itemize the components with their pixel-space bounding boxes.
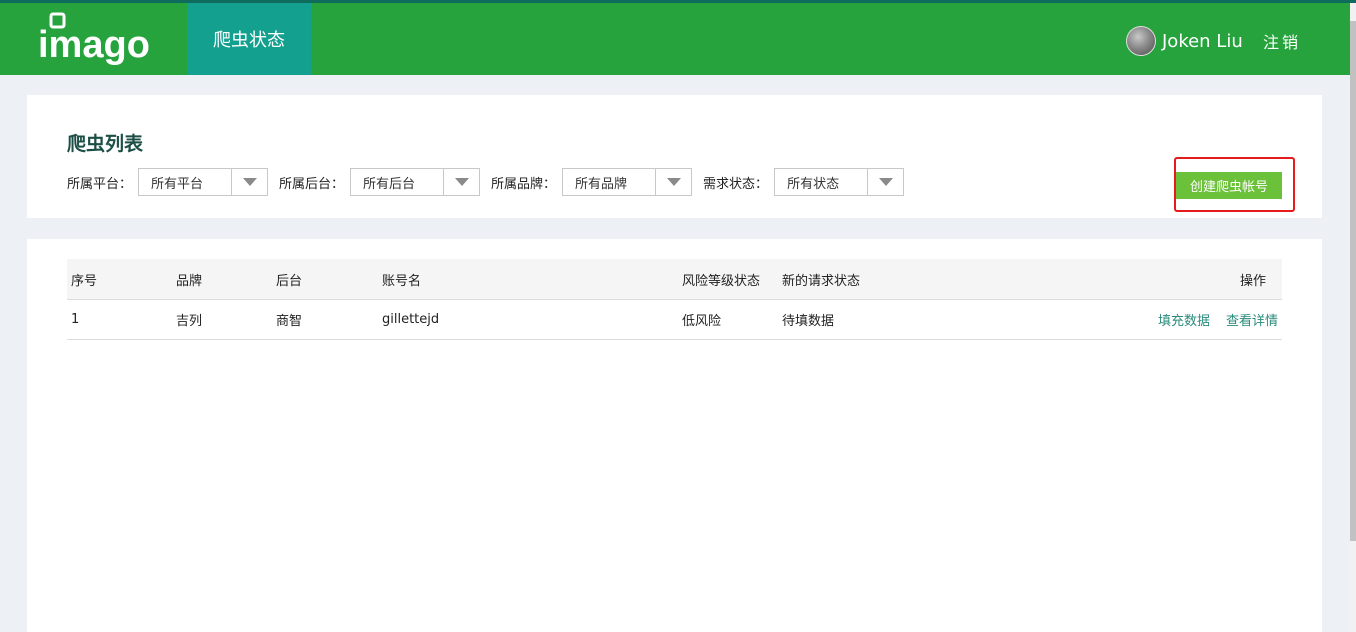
column-header-account: 账号名 — [382, 273, 422, 289]
crawler-table: 序号 品牌 后台 账号名 风险等级状态 新的请求状态 操作 1 吉列 商智 gi… — [67, 259, 1282, 340]
dropdown-arrow-icon — [666, 178, 681, 186]
dropdown-arrow-icon — [242, 178, 257, 186]
imago-logo[interactable]: imago — [38, 11, 168, 69]
cell-request-status: 待填数据 — [782, 314, 835, 329]
brand-select-value: 所有品牌 — [575, 176, 628, 192]
view-details-link[interactable]: 查看详情 — [1226, 310, 1278, 329]
platform-select[interactable]: 所有平台 — [138, 168, 269, 196]
filter-label-status: 需求状态： — [703, 176, 769, 192]
table-panel: 序号 品牌 后台 账号名 风险等级状态 新的请求状态 操作 1 吉列 商智 gi… — [27, 239, 1322, 632]
platform-select-value: 所有平台 — [151, 176, 204, 192]
backend-select[interactable]: 所有后台 — [350, 168, 481, 196]
filter-label-brand: 所属品牌： — [491, 176, 557, 192]
table-row: 1 吉列 商智 gillettejd 低风险 待填数据 填充数据 查看详情 — [67, 300, 1282, 340]
dropdown-toggle[interactable] — [443, 169, 479, 195]
column-header-risk: 风险等级状态 — [682, 273, 761, 289]
column-header-brand: 品牌 — [176, 273, 203, 289]
brand-select[interactable]: 所有品牌 — [562, 168, 693, 196]
column-header-index: 序号 — [71, 273, 98, 289]
filter-label-backend: 所属后台： — [279, 176, 345, 192]
fill-data-link[interactable]: 填充数据 — [1158, 310, 1210, 329]
username: Joken Liu — [1162, 30, 1243, 52]
status-select[interactable]: 所有状态 — [774, 168, 905, 196]
dropdown-toggle[interactable] — [655, 169, 691, 195]
cell-account: gillettejd — [382, 312, 440, 327]
cell-index: 1 — [71, 312, 80, 327]
avatar[interactable] — [1126, 26, 1156, 56]
user-menu[interactable]: Joken Liu — [1126, 26, 1243, 56]
status-select-value: 所有状态 — [787, 176, 840, 192]
dropdown-toggle[interactable] — [231, 169, 267, 195]
cell-brand: 吉列 — [176, 314, 203, 329]
table-header: 序号 品牌 后台 账号名 风险等级状态 新的请求状态 操作 — [67, 259, 1282, 300]
page-title: 爬虫列表 — [67, 133, 144, 155]
dropdown-toggle[interactable] — [867, 169, 903, 195]
column-header-backend: 后台 — [276, 273, 303, 289]
logout-link[interactable]: 注销 — [1263, 29, 1301, 53]
nav-tab-label: 爬虫状态 — [213, 30, 285, 51]
page-scrollbar[interactable] — [1350, 3, 1356, 632]
create-crawler-account-button[interactable]: 创建爬虫帐号 — [1176, 172, 1282, 199]
svg-text:imago: imago — [38, 24, 150, 66]
filter-panel: 爬虫列表 所属平台： 所有平台 所属后台： 所有后台 所属品牌： 所有品牌 需求… — [27, 95, 1322, 218]
column-header-actions: 操作 — [1239, 273, 1266, 289]
backend-select-value: 所有后台 — [363, 176, 416, 192]
column-header-request-status: 新的请求状态 — [782, 273, 861, 289]
cell-actions: 填充数据 查看详情 — [1142, 300, 1278, 339]
filter-label-platform: 所属平台： — [67, 176, 133, 192]
dropdown-arrow-icon — [454, 178, 469, 186]
dropdown-arrow-icon — [878, 178, 893, 186]
nav-tab-crawler-status[interactable]: 爬虫状态 — [187, 3, 311, 75]
scrollbar-thumb[interactable] — [1350, 21, 1356, 541]
app-header: imago 爬虫状态 Joken Liu 注销 — [0, 3, 1350, 75]
filter-bar: 所属平台： 所有平台 所属后台： 所有后台 所属品牌： 所有品牌 需求状态： 所… — [67, 168, 915, 196]
cell-risk: 低风险 — [682, 314, 722, 329]
cell-backend: 商智 — [276, 314, 303, 329]
